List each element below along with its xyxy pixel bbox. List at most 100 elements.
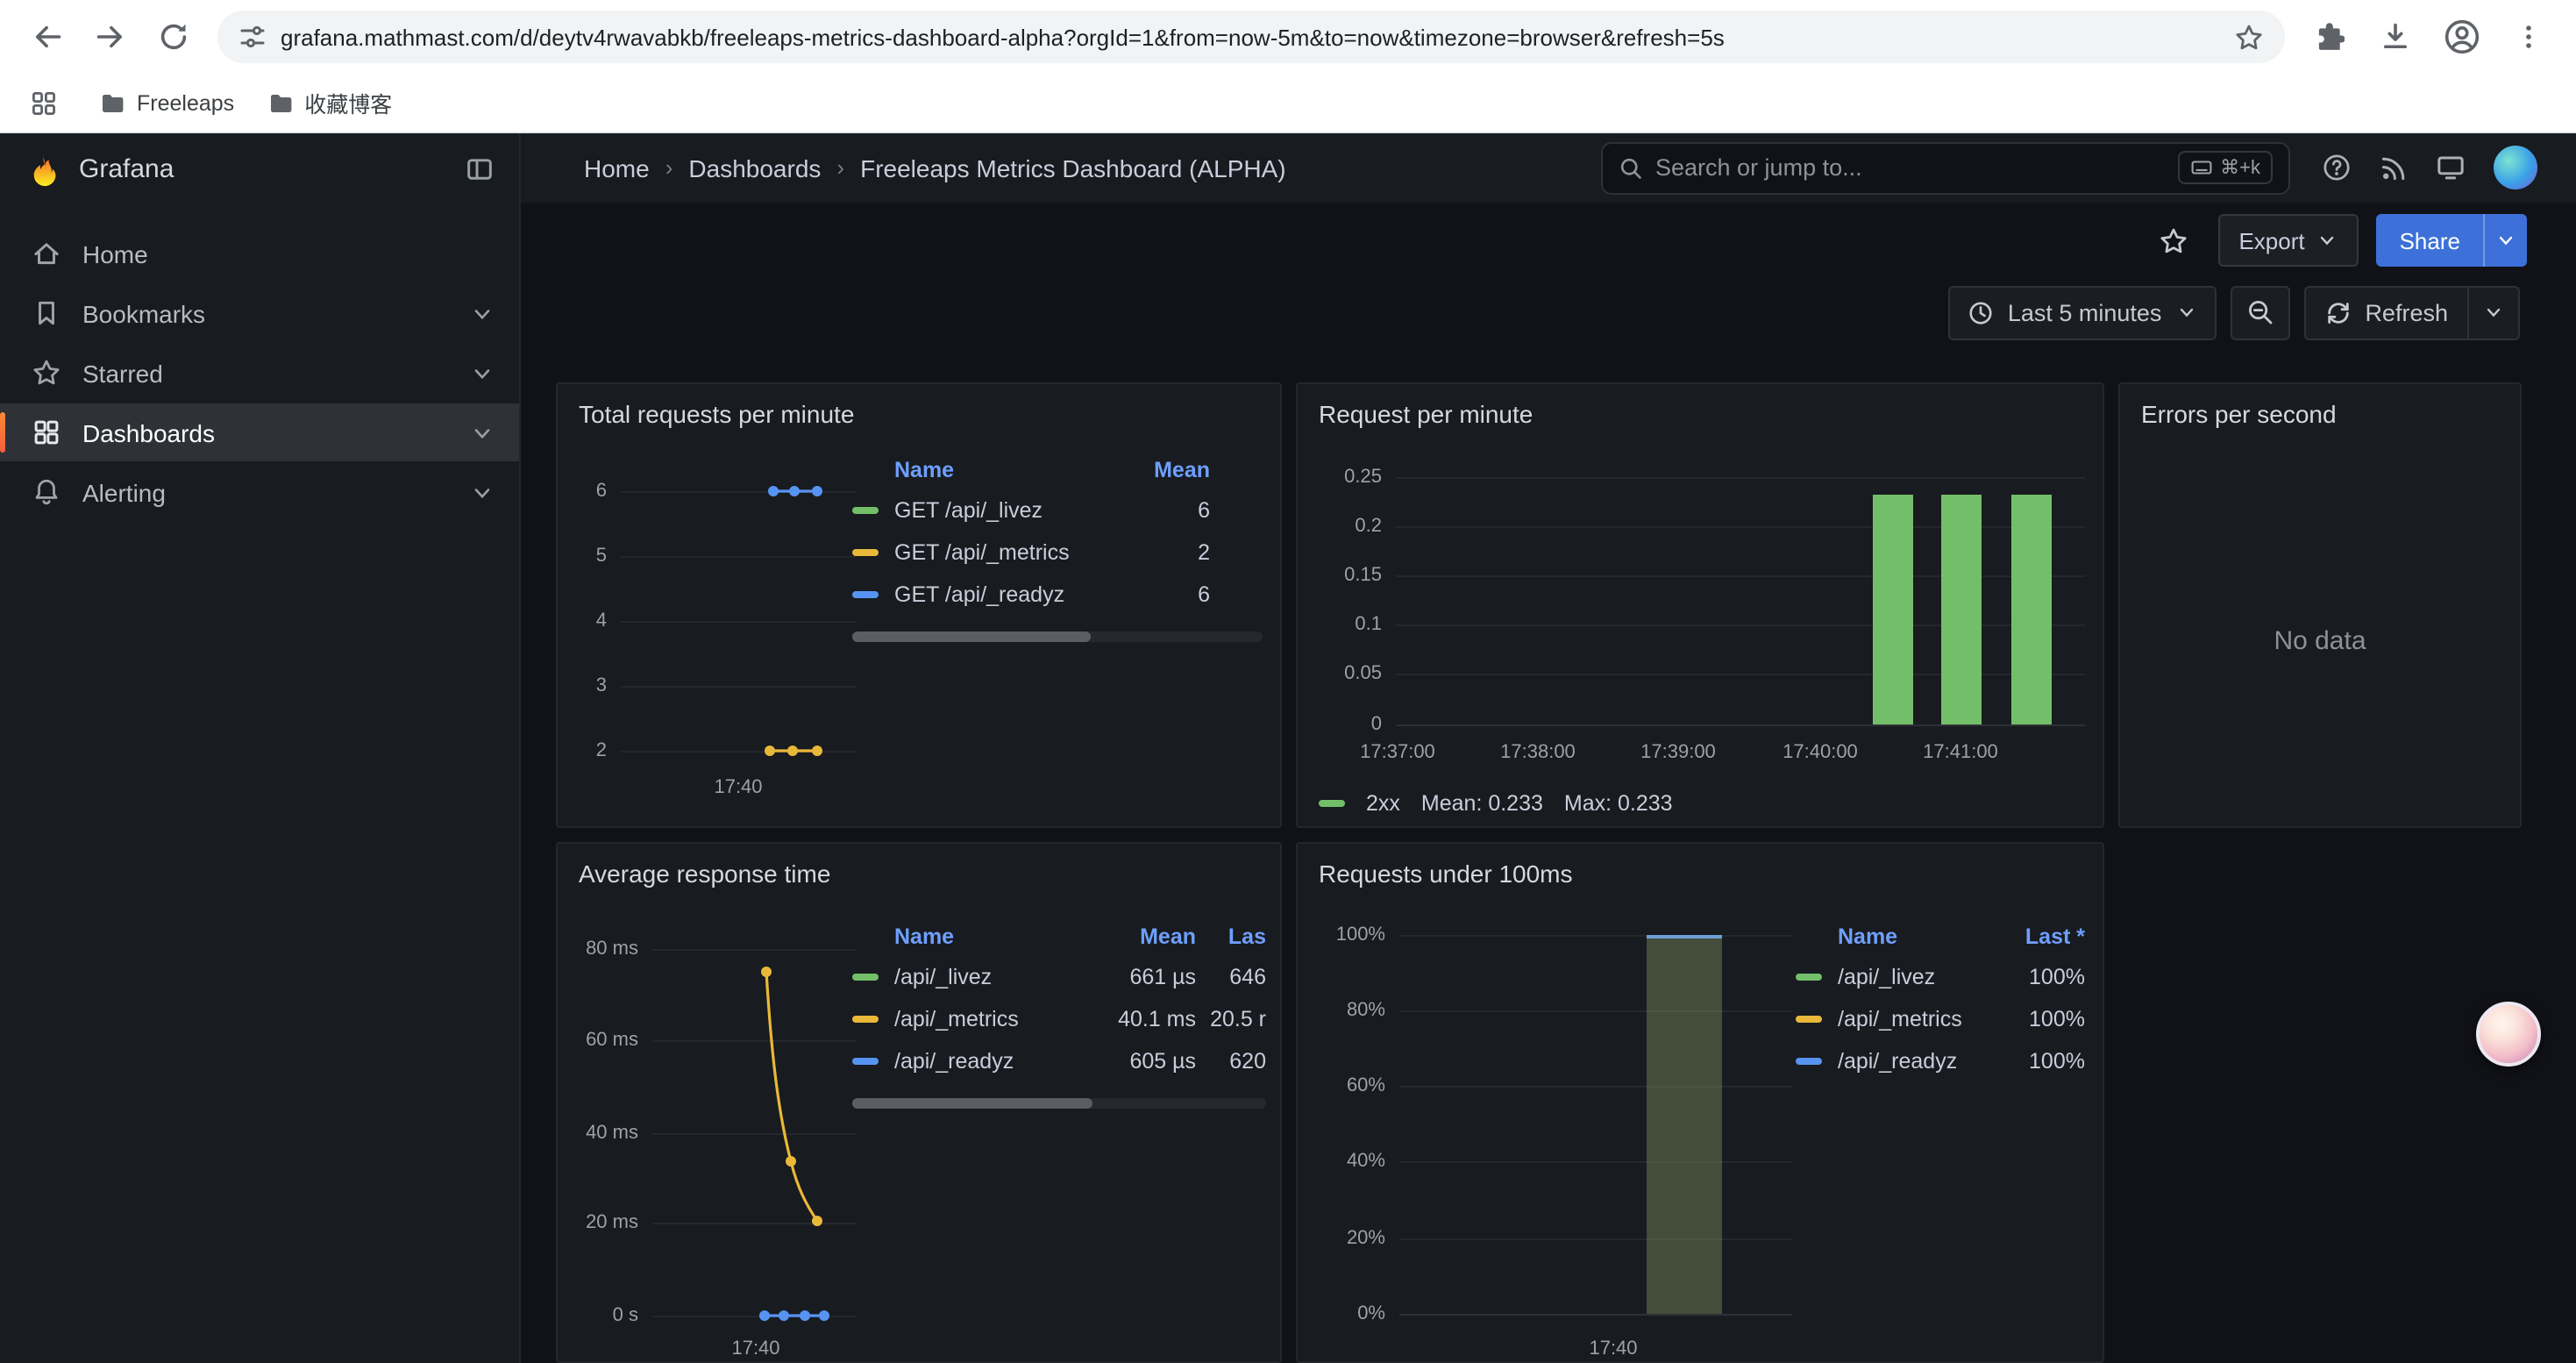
sidebar-item-alerting[interactable]: Alerting xyxy=(0,463,519,521)
legend-row[interactable]: /api/_livez 100% xyxy=(1796,956,2085,998)
bar-2xx[interactable] xyxy=(1873,495,1913,724)
chevron-down-icon[interactable] xyxy=(470,420,495,445)
breadcrumb-separator: › xyxy=(665,154,673,181)
chevron-down-icon[interactable] xyxy=(470,301,495,325)
panel-title[interactable]: Total requests per minute xyxy=(558,384,1280,428)
scrollbar-thumb[interactable] xyxy=(852,632,1090,642)
series-name[interactable]: /api/_readyz xyxy=(1838,1049,1994,1074)
legend-col-last[interactable]: Las xyxy=(1196,924,1266,949)
bar-100-percent[interactable] xyxy=(1647,935,1722,1314)
user-avatar[interactable] xyxy=(2494,146,2537,189)
floating-assistant-avatar[interactable] xyxy=(2476,1002,2541,1067)
header-icons xyxy=(2322,146,2537,189)
zoom-out-button[interactable] xyxy=(2230,285,2289,339)
legend-col-name[interactable]: Name xyxy=(1838,924,1994,949)
x-tick-label: 17:40 xyxy=(652,1338,859,1359)
series-name[interactable]: GET /api/_livez xyxy=(894,498,1119,523)
sidebar-item-home[interactable]: Home xyxy=(0,225,519,282)
gridline xyxy=(1396,624,2085,626)
share-menu-button[interactable] xyxy=(2483,214,2527,267)
grafana-logo[interactable] xyxy=(25,150,61,187)
legend-col-mean[interactable]: Mean xyxy=(1119,458,1210,482)
reload-button[interactable] xyxy=(144,7,203,67)
sidebar-item-dashboards[interactable]: Dashboards xyxy=(0,403,519,461)
share-button[interactable]: Share xyxy=(2377,214,2527,267)
download-button[interactable] xyxy=(2366,7,2425,67)
panel-title[interactable]: Requests under 100ms xyxy=(1298,844,2103,888)
sidebar-item-bookmarks[interactable]: Bookmarks xyxy=(0,284,519,342)
series-mean: 605 µs xyxy=(1084,1049,1196,1074)
panel-title[interactable]: Request per minute xyxy=(1298,384,2103,428)
collapse-sidebar-button[interactable] xyxy=(465,153,495,183)
profile-button[interactable] xyxy=(2432,7,2492,67)
url-text[interactable]: grafana.mathmast.com/d/deytv4rwavabkb/fr… xyxy=(281,24,2234,50)
display-button[interactable] xyxy=(2436,153,2466,182)
refresh-interval-button[interactable] xyxy=(2467,287,2518,338)
series-name[interactable]: /api/_metrics xyxy=(894,1007,1084,1031)
series-name[interactable]: 2xx xyxy=(1366,791,1400,816)
keyboard-icon xyxy=(2190,156,2213,179)
legend-row[interactable]: GET /api/_livez 6 xyxy=(852,489,1263,532)
bar-2xx[interactable] xyxy=(1941,495,1982,724)
series-name[interactable]: /api/_livez xyxy=(1838,965,1994,989)
series-name[interactable]: GET /api/_metrics xyxy=(894,540,1119,565)
series-mean: 6 xyxy=(1119,498,1210,523)
y-tick-label: 6 xyxy=(575,479,607,503)
forward-button[interactable] xyxy=(81,7,140,67)
y-tick-label: 40 ms xyxy=(575,1121,638,1145)
share-label[interactable]: Share xyxy=(2377,214,2483,267)
series-name[interactable]: /api/_livez xyxy=(894,965,1084,989)
legend-col-name[interactable]: Name xyxy=(894,924,1084,949)
bar-2xx[interactable] xyxy=(2011,495,2052,724)
legend-scrollbar[interactable] xyxy=(852,1098,1266,1109)
browser-actions xyxy=(2299,7,2558,67)
legend-row[interactable]: GET /api/_readyz 6 xyxy=(852,574,1263,616)
panel-title[interactable]: Average response time xyxy=(558,844,1280,888)
chevron-down-icon[interactable] xyxy=(470,480,495,504)
browser-menu-button[interactable] xyxy=(2499,7,2558,67)
legend-row[interactable]: /api/_livez 661 µs 646 xyxy=(852,956,1266,998)
site-settings-icon[interactable] xyxy=(238,23,267,51)
refresh-controls: Refresh xyxy=(2303,285,2520,339)
refresh-button[interactable]: Refresh xyxy=(2305,287,2467,338)
bookmark-folder-blogs[interactable]: 收藏博客 xyxy=(266,86,392,119)
breadcrumb-home[interactable]: Home xyxy=(584,153,650,182)
legend-row[interactable]: /api/_readyz 100% xyxy=(1796,1040,2085,1082)
back-button[interactable] xyxy=(18,7,77,67)
series-name[interactable]: /api/_readyz xyxy=(894,1049,1084,1074)
x-tick-label: 17:41:00 xyxy=(1904,742,2017,763)
sidebar-item-starred[interactable]: Starred xyxy=(0,344,519,402)
folder-icon xyxy=(266,89,294,117)
chevron-down-icon[interactable] xyxy=(470,360,495,385)
download-icon xyxy=(2380,21,2411,53)
legend-row[interactable]: /api/_readyz 605 µs 620 xyxy=(852,1040,1266,1082)
bookmark-folder-freeleaps[interactable]: Freeleaps xyxy=(98,89,234,117)
favorite-dashboard-button[interactable] xyxy=(2147,214,2200,267)
time-range-picker[interactable]: Last 5 minutes xyxy=(1948,285,2217,339)
scrollbar-thumb[interactable] xyxy=(852,1098,1092,1109)
breadcrumb-dashboards[interactable]: Dashboards xyxy=(688,153,821,182)
news-button[interactable] xyxy=(2380,153,2408,182)
legend-col-last[interactable]: Last * xyxy=(1994,924,2085,949)
legend-scrollbar[interactable] xyxy=(852,632,1263,642)
export-button[interactable]: Export xyxy=(2217,214,2359,267)
search-input[interactable] xyxy=(1655,154,2166,181)
legend-row[interactable]: /api/_metrics 40.1 ms 20.5 r xyxy=(852,998,1266,1040)
legend-row[interactable]: GET /api/_metrics 2 xyxy=(852,532,1263,574)
legend-col-mean[interactable]: Mean xyxy=(1084,924,1196,949)
y-tick-label: 20 ms xyxy=(575,1210,638,1235)
legend-col-name[interactable]: Name xyxy=(894,458,954,482)
address-bar[interactable]: grafana.mathmast.com/d/deytv4rwavabkb/fr… xyxy=(217,11,2285,63)
help-button[interactable] xyxy=(2322,153,2352,182)
search-bar[interactable]: ⌘+k xyxy=(1601,141,2290,194)
series-name[interactable]: GET /api/_readyz xyxy=(894,582,1119,607)
panel-title[interactable]: Errors per second xyxy=(2120,384,2520,428)
extensions-button[interactable] xyxy=(2299,7,2359,67)
no-data-message: No data xyxy=(2120,626,2520,656)
series-name[interactable]: /api/_metrics xyxy=(1838,1007,1994,1031)
y-tick-label: 3 xyxy=(575,674,607,698)
apps-shortcut-button[interactable] xyxy=(21,80,67,125)
bookmark-star-icon[interactable] xyxy=(2234,22,2264,52)
legend-table: Name Mean Las /api/_livez 661 µs 646 xyxy=(852,917,1266,1109)
legend-row[interactable]: /api/_metrics 100% xyxy=(1796,998,2085,1040)
